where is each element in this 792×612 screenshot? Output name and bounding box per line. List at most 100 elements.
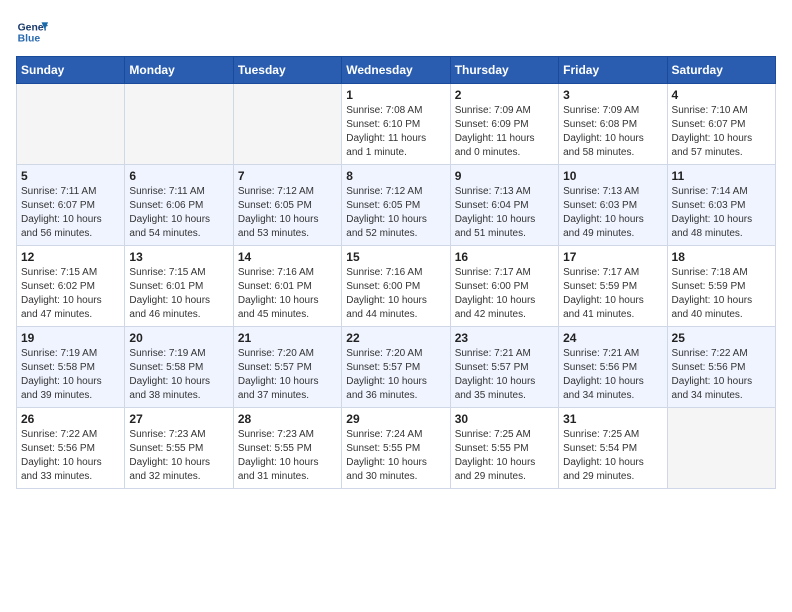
calendar-cell bbox=[17, 84, 125, 165]
calendar-cell: 15 Sunrise: 7:16 AMSunset: 6:00 PMDayligh… bbox=[342, 246, 450, 327]
calendar-cell: 23 Sunrise: 7:21 AMSunset: 5:57 PMDayligh… bbox=[450, 327, 558, 408]
date-number: 18 bbox=[672, 250, 771, 264]
date-number: 8 bbox=[346, 169, 445, 183]
day-info: Sunrise: 7:14 AMSunset: 6:03 PMDaylight:… bbox=[672, 185, 771, 241]
calendar-cell: 6Sunrise: 7:11 AMSunset: 6:06 PMDaylight… bbox=[125, 165, 233, 246]
calendar-cell: 4 Sunrise: 7:10 AMSunset: 6:07 PMDaylight… bbox=[667, 84, 775, 165]
date-number: 19 bbox=[21, 331, 120, 345]
day-header-tuesday: Tuesday bbox=[233, 57, 341, 84]
date-number: 10 bbox=[563, 169, 662, 183]
day-header-thursday: Thursday bbox=[450, 57, 558, 84]
day-info: Sunrise: 7:09 AMSunset: 6:08 PMDaylight:… bbox=[563, 104, 662, 160]
date-number: 22 bbox=[346, 331, 445, 345]
date-number: 17 bbox=[563, 250, 662, 264]
calendar-cell: 8 Sunrise: 7:12 AMSunset: 6:05 PMDaylight… bbox=[342, 165, 450, 246]
calendar-cell: 14 Sunrise: 7:16 AMSunset: 6:01 PMDayligh… bbox=[233, 246, 341, 327]
week-row-3: 12 Sunrise: 7:15 AMSunset: 6:02 PMDayligh… bbox=[17, 246, 776, 327]
week-row-1: 1Sunrise: 7:08 AMSunset: 6:10 PMDaylight… bbox=[17, 84, 776, 165]
calendar-cell: 31 Sunrise: 7:25 AMSunset: 5:54 PMDayligh… bbox=[559, 408, 667, 489]
date-number: 3 bbox=[563, 88, 662, 102]
calendar-cell: 16 Sunrise: 7:17 AMSunset: 6:00 PMDayligh… bbox=[450, 246, 558, 327]
week-row-2: 5 Sunrise: 7:11 AMSunset: 6:07 PMDaylight… bbox=[17, 165, 776, 246]
calendar-cell: 1Sunrise: 7:08 AMSunset: 6:10 PMDaylight… bbox=[342, 84, 450, 165]
logo: General Blue bbox=[16, 16, 52, 48]
calendar-table: SundayMondayTuesdayWednesdayThursdayFrid… bbox=[16, 56, 776, 489]
calendar-cell: 7 Sunrise: 7:12 AMSunset: 6:05 PMDaylight… bbox=[233, 165, 341, 246]
calendar-cell: 30Sunrise: 7:25 AMSunset: 5:55 PMDayligh… bbox=[450, 408, 558, 489]
calendar-cell: 20 Sunrise: 7:19 AMSunset: 5:58 PMDayligh… bbox=[125, 327, 233, 408]
date-number: 26 bbox=[21, 412, 120, 426]
calendar-header: SundayMondayTuesdayWednesdayThursdayFrid… bbox=[17, 57, 776, 84]
logo-icon: General Blue bbox=[16, 16, 48, 48]
calendar-cell: 22Sunrise: 7:20 AMSunset: 5:57 PMDayligh… bbox=[342, 327, 450, 408]
calendar-cell: 11 Sunrise: 7:14 AMSunset: 6:03 PMDayligh… bbox=[667, 165, 775, 246]
calendar-cell: 2 Sunrise: 7:09 AMSunset: 6:09 PMDaylight… bbox=[450, 84, 558, 165]
day-info: Sunrise: 7:19 AMSunset: 5:58 PMDaylight:… bbox=[21, 347, 120, 403]
day-header-sunday: Sunday bbox=[17, 57, 125, 84]
date-number: 5 bbox=[21, 169, 120, 183]
page-header: General Blue bbox=[16, 16, 776, 48]
date-number: 20 bbox=[129, 331, 228, 345]
date-number: 9 bbox=[455, 169, 554, 183]
date-number: 31 bbox=[563, 412, 662, 426]
calendar-cell: 12 Sunrise: 7:15 AMSunset: 6:02 PMDayligh… bbox=[17, 246, 125, 327]
day-info: Sunrise: 7:25 AMSunset: 5:54 PMDaylight:… bbox=[563, 428, 662, 484]
day-info: Sunrise: 7:12 AMSunset: 6:05 PMDaylight:… bbox=[346, 185, 445, 241]
day-info: Sunrise: 7:15 AMSunset: 6:01 PMDaylight:… bbox=[129, 266, 228, 322]
day-info: Sunrise: 7:21 AMSunset: 5:57 PMDaylight:… bbox=[455, 347, 554, 403]
day-info: Sunrise: 7:19 AMSunset: 5:58 PMDaylight:… bbox=[129, 347, 228, 403]
day-info: Sunrise: 7:12 AMSunset: 6:05 PMDaylight:… bbox=[238, 185, 337, 241]
calendar-cell: 28 Sunrise: 7:23 AMSunset: 5:55 PMDayligh… bbox=[233, 408, 341, 489]
date-number: 24 bbox=[563, 331, 662, 345]
day-info: Sunrise: 7:13 AMSunset: 6:04 PMDaylight:… bbox=[455, 185, 554, 241]
date-number: 4 bbox=[672, 88, 771, 102]
calendar-cell: 9 Sunrise: 7:13 AMSunset: 6:04 PMDaylight… bbox=[450, 165, 558, 246]
date-number: 1 bbox=[346, 88, 445, 102]
day-info: Sunrise: 7:16 AMSunset: 6:01 PMDaylight:… bbox=[238, 266, 337, 322]
date-number: 28 bbox=[238, 412, 337, 426]
date-number: 16 bbox=[455, 250, 554, 264]
date-number: 23 bbox=[455, 331, 554, 345]
week-row-4: 19 Sunrise: 7:19 AMSunset: 5:58 PMDayligh… bbox=[17, 327, 776, 408]
date-number: 14 bbox=[238, 250, 337, 264]
day-info: Sunrise: 7:23 AMSunset: 5:55 PMDaylight:… bbox=[238, 428, 337, 484]
date-number: 12 bbox=[21, 250, 120, 264]
day-info: Sunrise: 7:10 AMSunset: 6:07 PMDaylight:… bbox=[672, 104, 771, 160]
day-info: Sunrise: 7:22 AMSunset: 5:56 PMDaylight:… bbox=[21, 428, 120, 484]
calendar-cell: 19 Sunrise: 7:19 AMSunset: 5:58 PMDayligh… bbox=[17, 327, 125, 408]
day-header-saturday: Saturday bbox=[667, 57, 775, 84]
day-info: Sunrise: 7:16 AMSunset: 6:00 PMDaylight:… bbox=[346, 266, 445, 322]
calendar-cell: 29Sunrise: 7:24 AMSunset: 5:55 PMDayligh… bbox=[342, 408, 450, 489]
calendar-cell: 17 Sunrise: 7:17 AMSunset: 5:59 PMDayligh… bbox=[559, 246, 667, 327]
date-number: 21 bbox=[238, 331, 337, 345]
calendar-cell: 13 Sunrise: 7:15 AMSunset: 6:01 PMDayligh… bbox=[125, 246, 233, 327]
date-number: 11 bbox=[672, 169, 771, 183]
calendar-cell bbox=[233, 84, 341, 165]
date-number: 7 bbox=[238, 169, 337, 183]
day-info: Sunrise: 7:15 AMSunset: 6:02 PMDaylight:… bbox=[21, 266, 120, 322]
day-info: Sunrise: 7:18 AMSunset: 5:59 PMDaylight:… bbox=[672, 266, 771, 322]
calendar-cell: 27 Sunrise: 7:23 AMSunset: 5:55 PMDayligh… bbox=[125, 408, 233, 489]
calendar-cell: 10 Sunrise: 7:13 AMSunset: 6:03 PMDayligh… bbox=[559, 165, 667, 246]
day-info: Sunrise: 7:21 AMSunset: 5:56 PMDaylight:… bbox=[563, 347, 662, 403]
calendar-cell bbox=[667, 408, 775, 489]
svg-text:Blue: Blue bbox=[18, 34, 41, 45]
day-info: Sunrise: 7:17 AMSunset: 5:59 PMDaylight:… bbox=[563, 266, 662, 322]
calendar-cell: 5 Sunrise: 7:11 AMSunset: 6:07 PMDaylight… bbox=[17, 165, 125, 246]
day-info: Sunrise: 7:17 AMSunset: 6:00 PMDaylight:… bbox=[455, 266, 554, 322]
day-info: Sunrise: 7:13 AMSunset: 6:03 PMDaylight:… bbox=[563, 185, 662, 241]
date-number: 13 bbox=[129, 250, 228, 264]
day-info: Sunrise: 7:23 AMSunset: 5:55 PMDaylight:… bbox=[129, 428, 228, 484]
day-info: Sunrise: 7:25 AMSunset: 5:55 PMDaylight:… bbox=[455, 428, 554, 484]
date-number: 2 bbox=[455, 88, 554, 102]
date-number: 15 bbox=[346, 250, 445, 264]
calendar-cell: 3 Sunrise: 7:09 AMSunset: 6:08 PMDaylight… bbox=[559, 84, 667, 165]
day-header-wednesday: Wednesday bbox=[342, 57, 450, 84]
date-number: 27 bbox=[129, 412, 228, 426]
calendar-cell bbox=[125, 84, 233, 165]
day-info: Sunrise: 7:22 AMSunset: 5:56 PMDaylight:… bbox=[672, 347, 771, 403]
day-info: Sunrise: 7:11 AMSunset: 6:07 PMDaylight:… bbox=[21, 185, 120, 241]
day-info: Sunrise: 7:09 AMSunset: 6:09 PMDaylight:… bbox=[455, 104, 554, 160]
calendar-cell: 18 Sunrise: 7:18 AMSunset: 5:59 PMDayligh… bbox=[667, 246, 775, 327]
date-number: 29 bbox=[346, 412, 445, 426]
